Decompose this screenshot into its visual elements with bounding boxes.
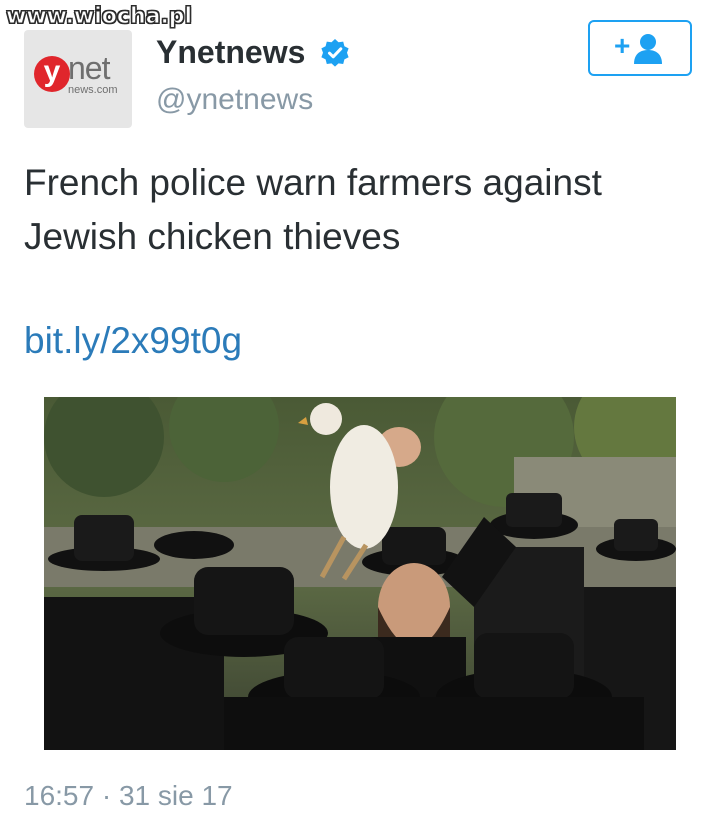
follow-button[interactable]: +	[588, 20, 692, 76]
logo-domain: news.com	[68, 84, 118, 96]
add-user-icon	[634, 34, 662, 64]
tweet-timestamp[interactable]: 16:57 · 31 sie 17	[24, 778, 233, 814]
avatar[interactable]: y net news.com	[24, 30, 132, 128]
account-handle[interactable]: @ynetnews	[156, 80, 313, 120]
verified-badge-icon	[321, 39, 349, 67]
display-name[interactable]: Ynetnews	[156, 30, 305, 74]
tweet-link[interactable]: bit.ly/2x99t0g	[24, 316, 242, 366]
tweet-text: French police warn farmers against Jewis…	[24, 162, 602, 257]
tweet-photo[interactable]	[44, 397, 676, 750]
logo-y: y	[43, 55, 61, 88]
photo-image	[44, 397, 676, 750]
watermark: www.wiocha.pl	[5, 4, 193, 30]
logo-net: net	[68, 50, 110, 86]
plus-icon: +	[614, 30, 631, 61]
